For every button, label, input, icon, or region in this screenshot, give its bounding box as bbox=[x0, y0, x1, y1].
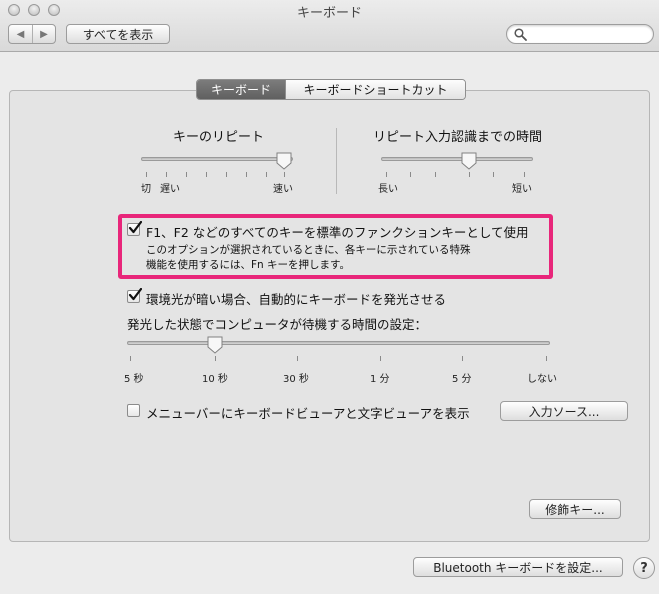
slider-tick bbox=[469, 172, 470, 177]
fn-keys-description-line1: このオプションが選択されているときに、各キーに示されている特殊 bbox=[146, 244, 471, 256]
modifier-keys-button[interactable]: 修飾キー... bbox=[529, 499, 621, 519]
input-sources-button[interactable]: 入力ソース... bbox=[500, 401, 628, 421]
navigation-buttons: ◀ ▶ bbox=[8, 24, 56, 44]
key-repeat-slider-track[interactable] bbox=[141, 157, 293, 161]
viewer-menu-label[interactable]: メニューバーにキーボードビューアと文字ビューアを表示 bbox=[146, 403, 470, 422]
delay-until-repeat-slider-thumb[interactable] bbox=[461, 152, 477, 170]
slider-tick bbox=[130, 356, 131, 361]
setup-bluetooth-keyboard-button[interactable]: Bluetooth キーボードを設定... bbox=[413, 557, 623, 577]
viewer-menu-checkbox[interactable] bbox=[127, 404, 140, 417]
delay-long-label: 長い bbox=[378, 184, 398, 195]
fn-keys-label[interactable]: F1、F2 などのすべてのキーを標準のファンクションキーとして使用 bbox=[146, 222, 529, 241]
checkmark-icon bbox=[128, 221, 142, 234]
slider-tick bbox=[546, 356, 547, 361]
idle-never-label: しない bbox=[527, 374, 557, 385]
section-divider bbox=[336, 128, 337, 194]
slider-tick bbox=[186, 172, 187, 177]
idle-5-minutes-label: 5 分 bbox=[452, 374, 472, 385]
slider-tick bbox=[266, 172, 267, 177]
forward-arrow-icon: ▶ bbox=[40, 28, 48, 40]
delay-short-label: 短い bbox=[512, 184, 532, 195]
slider-tick bbox=[524, 172, 525, 177]
slider-tick bbox=[146, 172, 147, 177]
slider-tick bbox=[462, 356, 463, 361]
slider-tick bbox=[246, 172, 247, 177]
slider-tick bbox=[386, 172, 387, 177]
fn-keys-checkbox[interactable] bbox=[127, 221, 142, 236]
help-button[interactable]: ? bbox=[633, 557, 655, 579]
delay-until-repeat-title: リピート入力認識までの時間 bbox=[373, 130, 543, 145]
key-repeat-off-label: 切 bbox=[141, 184, 151, 195]
tab-keyboard-shortcuts[interactable]: キーボードショートカット bbox=[285, 80, 465, 99]
key-repeat-title: キーのリピート bbox=[173, 130, 265, 145]
title-bar: キーボード ◀ ▶ すべてを表示 bbox=[0, 0, 659, 52]
fn-keys-description-line2: 機能を使用するには、Fn キーを押します。 bbox=[146, 259, 350, 271]
search-icon bbox=[514, 28, 527, 41]
slider-tick bbox=[206, 172, 207, 177]
slider-tick bbox=[166, 172, 167, 177]
key-repeat-slider-thumb[interactable] bbox=[276, 152, 292, 170]
idle-5-seconds-label: 5 秒 bbox=[124, 374, 144, 385]
search-input[interactable] bbox=[506, 24, 654, 44]
key-repeat-fast-label: 速い bbox=[273, 184, 293, 195]
slider-tick bbox=[297, 356, 298, 361]
tab-keyboard[interactable]: キーボード bbox=[197, 80, 285, 99]
idle-10-seconds-label: 10 秒 bbox=[202, 374, 228, 385]
back-button[interactable]: ◀ bbox=[9, 25, 32, 43]
slider-tick bbox=[284, 172, 285, 177]
checkmark-icon bbox=[128, 288, 142, 301]
slider-tick bbox=[410, 172, 411, 177]
window-title: キーボード bbox=[296, 6, 362, 21]
backlight-checkbox[interactable] bbox=[127, 288, 142, 303]
backlight-idle-slider-thumb[interactable] bbox=[207, 336, 223, 354]
backlight-idle-slider-track[interactable] bbox=[127, 341, 550, 345]
idle-1-minute-label: 1 分 bbox=[370, 374, 390, 385]
slider-tick bbox=[226, 172, 227, 177]
tab-bar: キーボード キーボードショートカット bbox=[196, 79, 466, 100]
keyboard-preferences-window: キーボード ◀ ▶ すべてを表示 キーボード キーボードショートカット キーのリ… bbox=[0, 0, 659, 594]
forward-button[interactable]: ▶ bbox=[31, 25, 55, 43]
backlight-label[interactable]: 環境光が暗い場合、自動的にキーボードを発光させる bbox=[146, 289, 446, 308]
slider-tick bbox=[380, 356, 381, 361]
slider-tick bbox=[435, 172, 436, 177]
slider-tick bbox=[215, 356, 216, 361]
help-icon: ? bbox=[640, 560, 648, 576]
delay-until-repeat-slider-track[interactable] bbox=[381, 157, 533, 161]
idle-30-seconds-label: 30 秒 bbox=[283, 374, 309, 385]
show-all-button[interactable]: すべてを表示 bbox=[66, 24, 170, 44]
backlight-idle-title: 発光した状態でコンピュータが待機する時間の設定： bbox=[127, 317, 428, 332]
slider-tick bbox=[493, 172, 494, 177]
key-repeat-slow-label: 遅い bbox=[160, 184, 180, 195]
back-arrow-icon: ◀ bbox=[16, 28, 25, 40]
